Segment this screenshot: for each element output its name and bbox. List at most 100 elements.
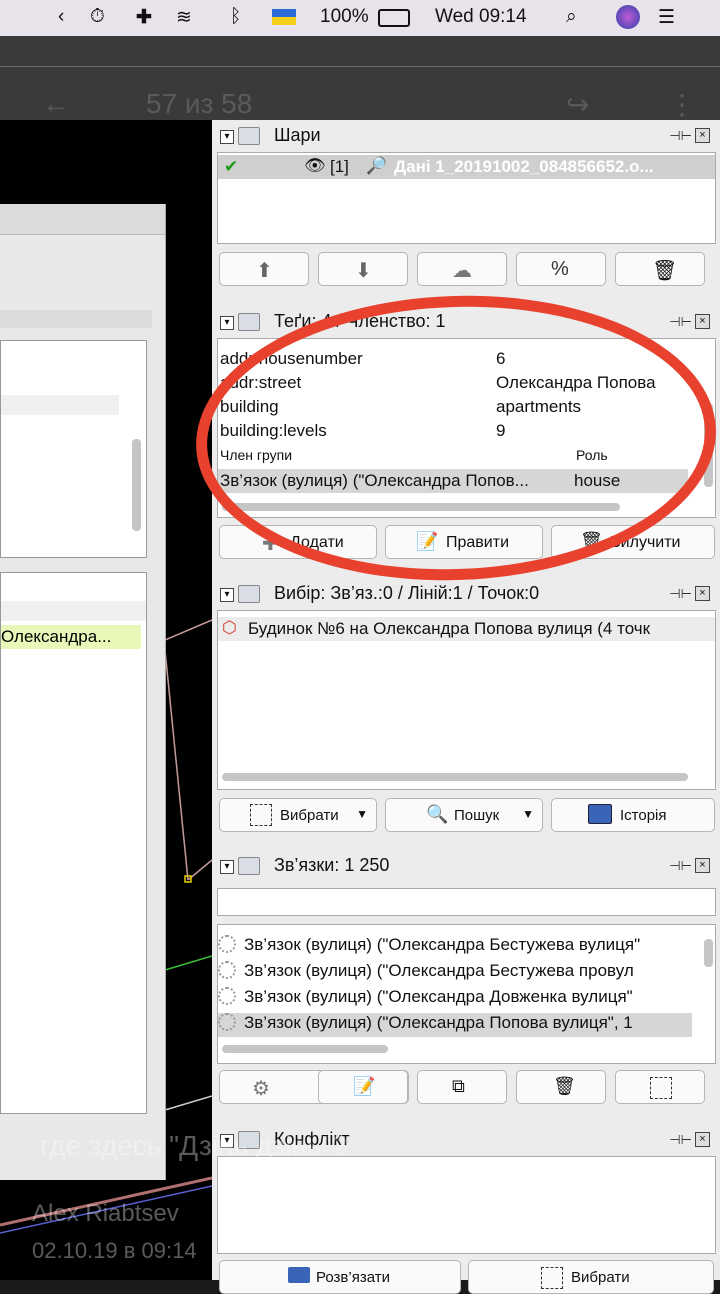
relation-gear-icon — [218, 935, 236, 953]
delete-layer-button[interactable]: 🗑 — [615, 252, 705, 286]
member-name: Зв’язок (вулиця) ("Олександра Попов... — [220, 471, 529, 490]
relations-hscrollbar[interactable] — [222, 1045, 388, 1053]
delete-tag-button[interactable]: 🗑 Вилучити — [551, 525, 715, 559]
add-tag-button[interactable]: ✚ Додати — [219, 525, 377, 559]
selection-header: ▾ Вибір: Зв’яз.:0 / Ліній:1 / Точок:0 ⊣⊢… — [212, 580, 720, 608]
edit-tag-button[interactable]: 📝 Правити — [385, 525, 543, 559]
map-canvas[interactable]: Олександра... — [0, 120, 212, 1280]
tags-scrollbar[interactable] — [704, 403, 713, 487]
relation-item[interactable]: Зв’язок (вулиця) ("Олександра Довженка в… — [218, 987, 633, 1011]
dialog-scrollbar[interactable] — [132, 439, 141, 531]
select-button[interactable]: Вибрати ▼ — [219, 798, 377, 832]
close-icon[interactable]: × — [695, 586, 710, 601]
visibility-eye-icon[interactable]: 👁 — [304, 156, 326, 176]
relation-item[interactable]: Зв’язок (вулиця) ("Олександра Бестужева … — [218, 961, 634, 985]
battery-percent: 100% — [320, 6, 369, 27]
forward-icon[interactable]: ↪ — [566, 88, 589, 121]
wifi-icon[interactable]: ≋ — [176, 6, 192, 29]
layer-row[interactable]: ✔ 👁 [1] 🔎 Дані 1_20191002_084856652.o... — [218, 155, 715, 179]
detach-icon[interactable]: ⊣⊢ — [669, 858, 692, 874]
plus-icon[interactable]: ✚ — [136, 6, 152, 29]
layer-name[interactable]: Дані 1_20191002_084856652.o... — [394, 157, 654, 177]
close-icon[interactable]: × — [695, 1132, 710, 1147]
toggle-visibility-button[interactable]: % — [516, 252, 606, 286]
dropdown-icon[interactable]: ▼ — [356, 807, 368, 821]
relation-item[interactable]: Зв’язок (вулиця) ("Олександра Бестужева … — [218, 935, 640, 959]
arrow-down-icon: ⬇ — [355, 260, 372, 282]
search-button[interactable]: 🔍 Пошук ▼ — [385, 798, 543, 832]
membership-row[interactable]: Зв’язок (вулиця) ("Олександра Попов... h… — [218, 469, 688, 493]
collapse-icon[interactable]: ▾ — [220, 130, 234, 144]
siri-icon[interactable] — [616, 5, 640, 29]
dropdown-icon[interactable]: ▼ — [522, 807, 534, 821]
select-members-button[interactable] — [615, 1070, 705, 1104]
edit-icon: 📝 — [416, 531, 439, 551]
select-cursor-icon — [250, 804, 272, 826]
notification-center-icon[interactable]: ☰ — [658, 6, 675, 29]
relation-label: Зв’язок (вулиця) ("Олександра Довженка в… — [244, 987, 633, 1006]
move-up-button[interactable]: ⬆ — [219, 252, 309, 286]
collapse-icon[interactable]: ▾ — [220, 316, 234, 330]
flag-ukraine-icon[interactable] — [272, 9, 296, 25]
tags-table[interactable]: addr:housenumber 6 addr:street Олександр… — [217, 338, 716, 518]
merge-button[interactable]: ☁ — [417, 252, 507, 286]
delete-label: Вилучити — [610, 534, 681, 551]
dialog-list-bottom[interactable]: Олександра... — [0, 572, 147, 1114]
tag-key: addr:street — [220, 373, 302, 392]
relations-scrollbar[interactable] — [704, 939, 713, 967]
bluetooth-icon[interactable]: ᛒ — [230, 6, 241, 28]
conflict-list[interactable] — [217, 1156, 716, 1254]
back-chevron-icon[interactable]: ‹ — [58, 6, 64, 28]
merge-icon: ☁ — [452, 260, 472, 282]
relations-list[interactable]: Зв’язок (вулиця) ("Олександра Бестужева … — [217, 924, 716, 1064]
trash-icon: 🗑 — [553, 1076, 576, 1096]
selection-list[interactable]: ⬡ Будинок №6 на Олександра Попова вулиця… — [217, 610, 716, 790]
selection-hscrollbar[interactable] — [222, 773, 688, 781]
properties-dialog: Олександра... — [0, 204, 166, 1180]
tags-hscrollbar[interactable] — [222, 503, 620, 511]
battery-icon[interactable] — [378, 9, 410, 27]
relation-item[interactable]: Зв’язок (вулиця) ("Олександра Попова вул… — [218, 1013, 692, 1037]
gear-plus-icon: ⚙ — [252, 1078, 270, 1100]
collapse-icon[interactable]: ▾ — [220, 860, 234, 874]
edit-label: Правити — [446, 534, 509, 551]
photo-counter: 57 из 58 — [146, 88, 253, 119]
close-icon[interactable]: × — [695, 314, 710, 329]
detach-icon[interactable]: ⊣⊢ — [669, 128, 692, 144]
tag-key: building:levels — [220, 421, 327, 440]
edit-relation-button[interactable]: 📝 — [318, 1070, 408, 1104]
search-icon[interactable]: ⌕ — [566, 6, 577, 28]
move-down-button[interactable]: ⬇ — [318, 252, 408, 286]
relations-filter-input[interactable] — [217, 888, 716, 916]
conflict-select-button[interactable]: Вибрати — [468, 1260, 714, 1294]
close-icon[interactable]: × — [695, 858, 710, 873]
share-icon[interactable]: ⋖ — [652, 1210, 675, 1243]
check-icon[interactable]: ✔ — [224, 157, 238, 177]
layers-title: Шари — [274, 125, 321, 145]
duplicate-relation-button[interactable]: ⧉ — [417, 1070, 507, 1104]
close-icon[interactable]: × — [695, 128, 710, 143]
relation-label: Зв’язок (вулиця) ("Олександра Бестужева … — [244, 935, 641, 954]
search-icon: 🔍 — [426, 804, 449, 824]
dialog-list-top[interactable] — [0, 340, 147, 558]
more-icon[interactable]: ⋮ — [668, 88, 696, 121]
relation-gear-icon — [218, 961, 236, 979]
collapse-icon[interactable]: ▾ — [220, 588, 234, 602]
resolve-label: Розв’язати — [316, 1269, 390, 1286]
role-column-header: Роль — [576, 447, 608, 463]
selection-item[interactable]: ⬡ Будинок №6 на Олександра Попова вулиця… — [218, 617, 715, 641]
highlighted-cell[interactable]: Олександра... — [1, 625, 141, 649]
detach-icon[interactable]: ⊣⊢ — [669, 1132, 692, 1148]
time-machine-icon[interactable]: ⏱ — [90, 6, 105, 28]
detach-icon[interactable]: ⊣⊢ — [669, 586, 692, 602]
layers-list[interactable]: ✔ 👁 [1] 🔎 Дані 1_20191002_084856652.o... — [217, 152, 716, 244]
edit-icon: 📝 — [353, 1076, 376, 1096]
back-arrow-icon[interactable]: ← — [42, 88, 70, 120]
duplicate-icon: ⧉ — [452, 1076, 465, 1096]
delete-relation-button[interactable]: 🗑 — [516, 1070, 606, 1104]
resolve-button[interactable]: Розв’язати — [219, 1260, 461, 1294]
trash-icon: 🗑 — [580, 531, 603, 551]
clock[interactable]: Wed 09:14 — [435, 6, 527, 28]
detach-icon[interactable]: ⊣⊢ — [669, 314, 692, 330]
history-button[interactable]: Історія — [551, 798, 715, 832]
